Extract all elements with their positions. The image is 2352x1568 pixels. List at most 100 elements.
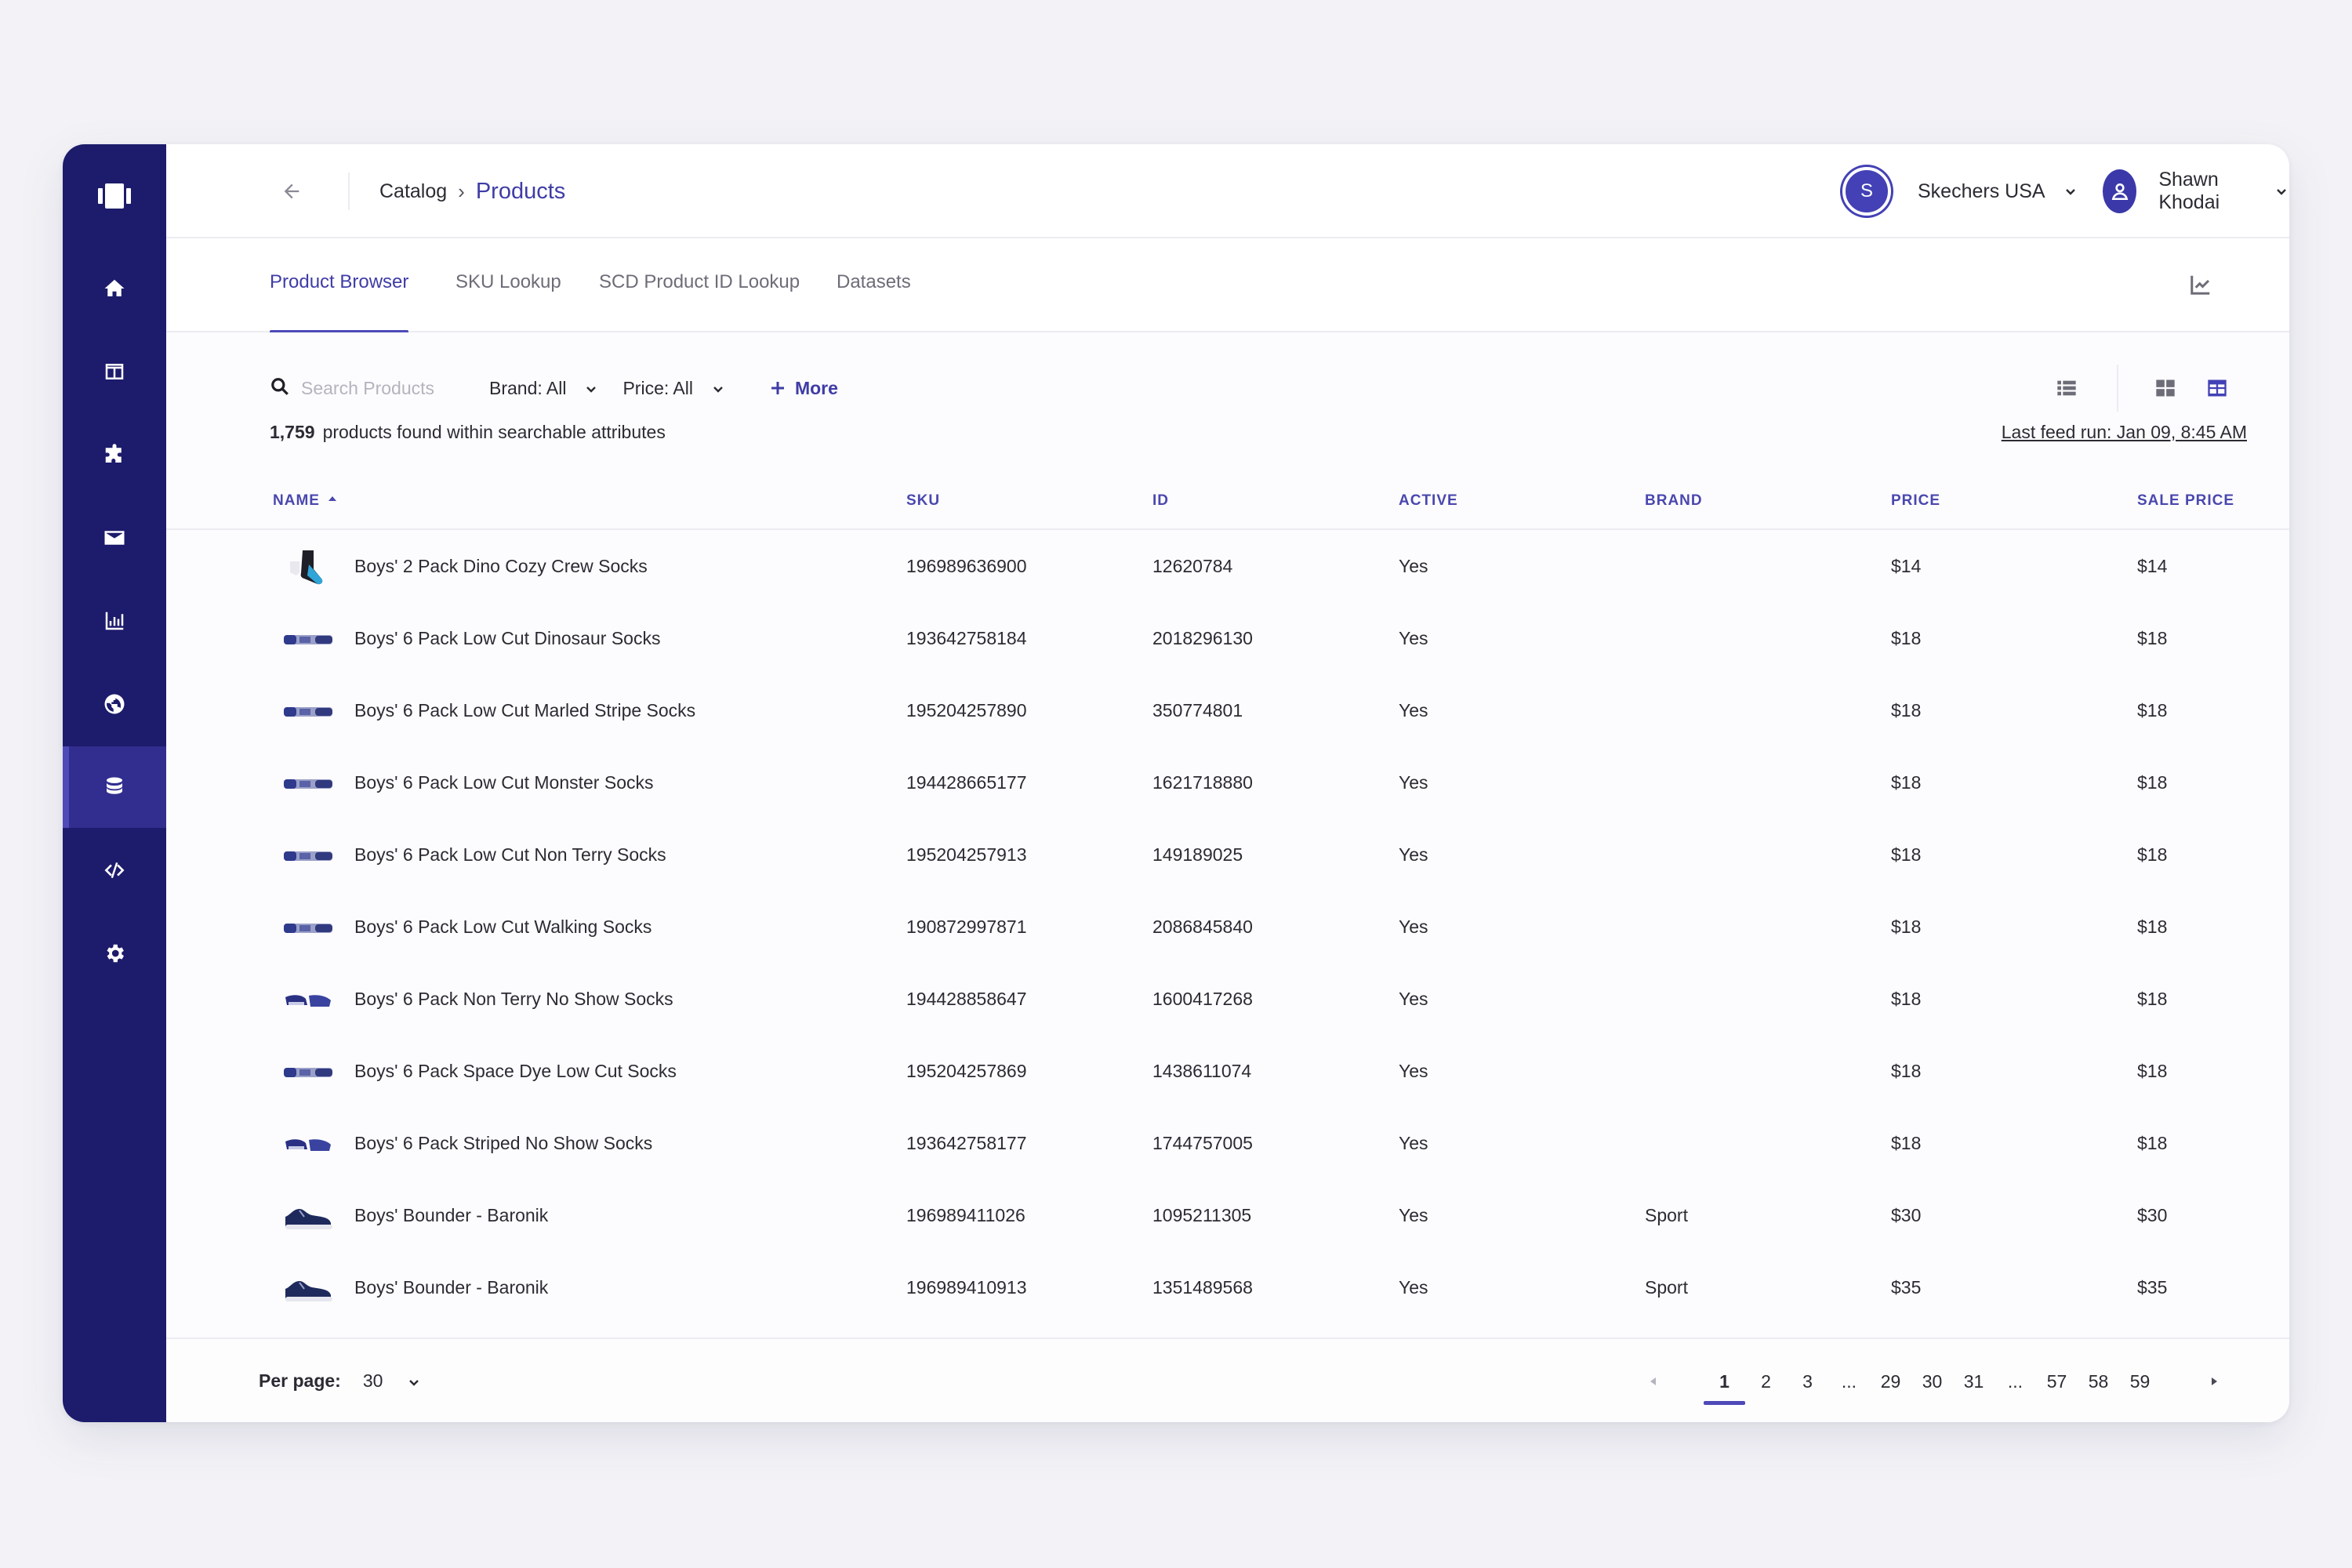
product-thumbnail — [281, 619, 336, 659]
page-button[interactable]: 1 — [1704, 1358, 1745, 1405]
table-row[interactable]: Boys' 6 Pack Low Cut Dinosaur Socks 19364… — [166, 602, 2289, 674]
cell-name: Boys' Bounder - Baronik — [354, 1276, 549, 1298]
product-browser-panel: Brand: All Price: All More — [166, 332, 2289, 1422]
cell-price: $18 — [1891, 699, 1922, 720]
next-page-button[interactable] — [2198, 1358, 2230, 1405]
table-row[interactable]: Boys' Bounder - Baronik 196989411026 10952… — [166, 1179, 2289, 1251]
tab-scd-product-id-lookup[interactable]: SCD Product ID Lookup — [599, 271, 800, 332]
cell-id: 2018296130 — [1152, 627, 1253, 648]
cell-active: Yes — [1399, 1276, 1428, 1298]
cell-name: Boys' Bounder - Baronik — [354, 1204, 549, 1225]
sort-ascending-icon — [328, 496, 336, 501]
sidebar-item-global[interactable] — [63, 663, 166, 745]
page-button[interactable]: 30 — [1911, 1358, 1953, 1405]
column-header-id[interactable]: ID — [1152, 492, 1169, 510]
cell-sku: 195204257890 — [906, 699, 1027, 720]
cell-name: Boys' 2 Pack Dino Cozy Crew Socks — [354, 555, 648, 576]
page-button[interactable]: 29 — [1870, 1358, 1911, 1405]
table-row[interactable]: Boys' 2 Pack Dino Cozy Crew Socks 1969896… — [166, 530, 2289, 602]
product-thumbnail — [281, 1196, 336, 1236]
list-view-icon — [2057, 380, 2076, 396]
column-header-active[interactable]: ACTIVE — [1399, 492, 1458, 510]
sidebar-item-layout[interactable] — [63, 331, 166, 412]
column-header-price[interactable]: PRICE — [1891, 492, 1940, 510]
cell-name: Boys' 6 Pack Low Cut Non Terry Socks — [354, 844, 666, 865]
app-window: Catalog › Products S Skechers USA Shawn … — [63, 144, 2289, 1422]
column-header-brand[interactable]: BRAND — [1645, 492, 1703, 510]
table-view-button[interactable] — [2201, 372, 2233, 404]
top-header: Catalog › Products S Skechers USA Shawn … — [166, 144, 2289, 238]
user-name: Shawn Khodai — [2158, 169, 2220, 213]
column-header-sku[interactable]: SKU — [906, 492, 940, 510]
table-row[interactable]: Boys' 6 Pack Space Dye Low Cut Socks 1952… — [166, 1035, 2289, 1107]
tab-datasets[interactable]: Datasets — [837, 271, 911, 332]
gear-icon — [107, 944, 124, 963]
table-row[interactable]: Boys' Bounder - Baronik 196989410913 13514… — [166, 1251, 2289, 1323]
sidebar-item-home[interactable] — [63, 248, 166, 329]
line-chart-icon — [2190, 275, 2210, 295]
cell-active: Yes — [1399, 844, 1428, 865]
table-row[interactable]: Boys' 6 Pack Low Cut Non Terry Socks 1952… — [166, 818, 2289, 891]
chevron-down-icon — [710, 380, 726, 396]
sidebar-item-developer[interactable] — [63, 829, 166, 911]
sidebar-item-integrations[interactable] — [63, 414, 166, 495]
table-row[interactable]: Boys' 6 Pack Low Cut Walking Socks 190872… — [166, 891, 2289, 963]
sidebar-item-analytics[interactable] — [63, 580, 166, 662]
previous-page-button[interactable] — [1638, 1358, 1669, 1405]
table-row[interactable]: Boys' 6 Pack Low Cut Monster Socks 194428… — [166, 746, 2289, 818]
cell-sale-price: $18 — [2137, 844, 2168, 865]
last-feed-run-link[interactable]: Last feed run: Jan 09, 8:45 AM — [2002, 422, 2247, 443]
page-button[interactable]: 31 — [1953, 1358, 1994, 1405]
grid-view-button[interactable] — [2150, 372, 2181, 404]
price-filter-dropdown[interactable]: Price: All — [622, 378, 725, 399]
brand-filter-dropdown[interactable]: Brand: All — [489, 378, 599, 399]
cell-active: Yes — [1399, 1204, 1428, 1225]
breadcrumb-catalog[interactable]: Catalog — [379, 180, 447, 203]
no-show-sock-icon — [285, 1139, 331, 1151]
table-row[interactable]: Boys' 6 Pack Striped No Show Socks 193642… — [166, 1107, 2289, 1179]
tab-sku-lookup[interactable]: SKU Lookup — [456, 271, 561, 332]
puzzle-icon — [105, 444, 122, 463]
sidebar-item-catalog[interactable] — [63, 746, 166, 828]
search-input[interactable] — [301, 377, 474, 399]
caret-right-icon — [2212, 1377, 2217, 1385]
cell-sku: 196989410913 — [906, 1276, 1027, 1298]
results-text: products found within searchable attribu… — [322, 422, 666, 442]
low-cut-sock-icon — [284, 851, 332, 861]
product-thumbnail — [281, 1269, 336, 1308]
page-button[interactable]: 57 — [2036, 1358, 2078, 1405]
column-header-name[interactable]: NAME — [273, 492, 337, 510]
cell-active: Yes — [1399, 1132, 1428, 1153]
back-button[interactable] — [276, 176, 307, 207]
logo-icon[interactable] — [63, 155, 166, 237]
column-header-sale-price[interactable]: SALE PRICE — [2137, 492, 2234, 510]
org-avatar: S — [1842, 167, 1891, 216]
more-filters-button[interactable]: More — [768, 378, 838, 399]
arrow-left-icon — [284, 183, 299, 199]
chevron-down-icon — [406, 1374, 422, 1389]
org-switcher[interactable]: S Skechers USA — [1842, 167, 2078, 216]
sidebar-item-messages[interactable] — [63, 497, 166, 579]
sidebar-item-settings[interactable] — [63, 913, 166, 994]
header-divider — [348, 172, 350, 210]
trend-chart-button[interactable] — [2189, 273, 2214, 298]
table-row[interactable]: Boys' 6 Pack Non Terry No Show Socks 1944… — [166, 963, 2289, 1035]
cell-id: 149189025 — [1152, 844, 1243, 865]
page-button[interactable]: 58 — [2078, 1358, 2119, 1405]
per-page-label: Per page: — [259, 1370, 341, 1391]
user-menu[interactable]: Shawn Khodai — [2103, 168, 2289, 215]
pagination: 1 2 3... 29 30 31... 57 58 59 — [1638, 1358, 2230, 1405]
sneaker-icon — [285, 1209, 332, 1229]
grid-view-icon — [2156, 379, 2175, 397]
page-button[interactable]: 3 — [1787, 1358, 1828, 1405]
cell-active: Yes — [1399, 916, 1428, 937]
list-view-button[interactable] — [2051, 372, 2082, 404]
table-row[interactable]: Boys' 6 Pack Low Cut Marled Stripe Socks… — [166, 674, 2289, 746]
page-button[interactable]: 59 — [2119, 1358, 2161, 1405]
cell-id: 1438611074 — [1152, 1060, 1252, 1081]
tab-product-browser[interactable]: Product Browser — [270, 271, 409, 334]
page-button[interactable]: 2 — [1745, 1358, 1787, 1405]
per-page-selector[interactable]: Per page: 30 — [259, 1370, 422, 1392]
product-thumbnail — [281, 691, 336, 731]
cell-sale-price: $18 — [2137, 988, 2168, 1009]
